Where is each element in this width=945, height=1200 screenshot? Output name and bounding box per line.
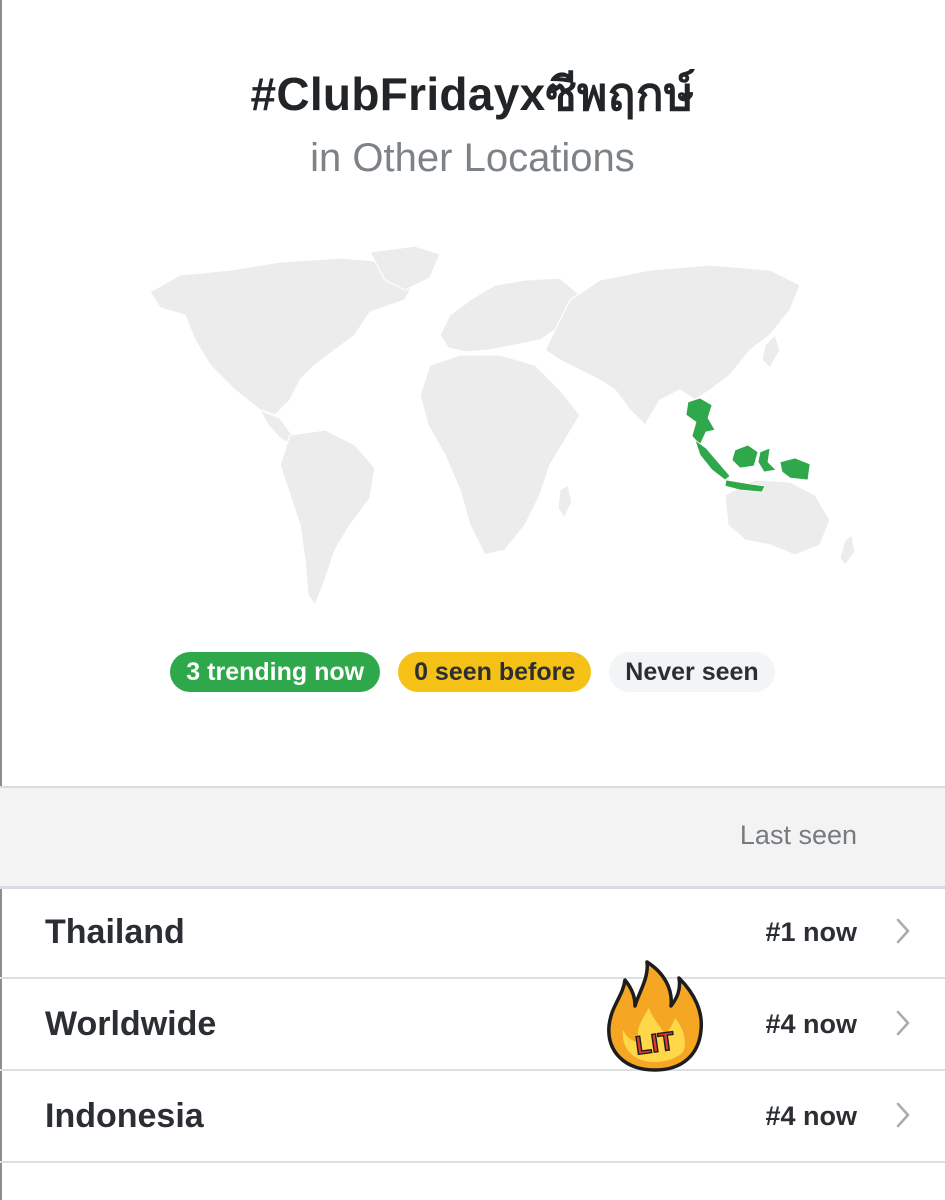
page-subtitle: in Other Locations	[310, 136, 635, 180]
chevron-right-icon	[896, 1010, 910, 1036]
map-japan	[761, 333, 781, 369]
map-madagascar	[557, 484, 573, 520]
location-name: Thailand	[45, 913, 185, 951]
legend-seen-before: 0 seen before	[398, 652, 592, 692]
location-rank: #4 now	[765, 1101, 857, 1131]
map-africa	[419, 354, 581, 556]
map-indonesia-sumatra	[694, 438, 731, 481]
location-name: Indonesia	[45, 1097, 204, 1135]
list-item[interactable]: Thailand #1 now	[0, 887, 945, 979]
location-rank: #4 now	[765, 1009, 857, 1039]
map-south-america	[279, 429, 376, 607]
sticker-text: LIT	[633, 1025, 676, 1060]
map-indonesia-sulawesi	[757, 447, 777, 473]
legend-never-seen: Never seen	[609, 652, 775, 692]
world-map	[149, 245, 856, 607]
map-australia	[724, 479, 831, 556]
map-indonesia-borneo	[731, 444, 759, 469]
location-name: Worldwide	[45, 1005, 217, 1043]
map-north-america	[149, 257, 416, 416]
legend-trending-now: 3 trending now	[170, 652, 381, 692]
legend: 3 trending now 0 seen before Never seen	[0, 652, 945, 692]
map-new-zealand	[839, 533, 856, 567]
location-rank: #1 now	[765, 917, 857, 947]
page-title: #ClubFridayxซีพฤกษ์	[250, 68, 695, 120]
chevron-right-icon	[896, 918, 910, 944]
last-seen-header: Last seen	[739, 820, 857, 850]
lit-fire-sticker: LIT	[607, 960, 704, 1072]
map-thailand	[685, 397, 716, 446]
chevron-right-icon	[896, 1102, 910, 1128]
map-indonesia-papua	[779, 457, 811, 481]
list-item[interactable]: Indonesia #4 now	[0, 1071, 945, 1163]
map-asia	[544, 264, 801, 426]
list-item[interactable]: Worldwide #4 now	[0, 979, 945, 1071]
table-header: Last seen	[0, 786, 945, 889]
